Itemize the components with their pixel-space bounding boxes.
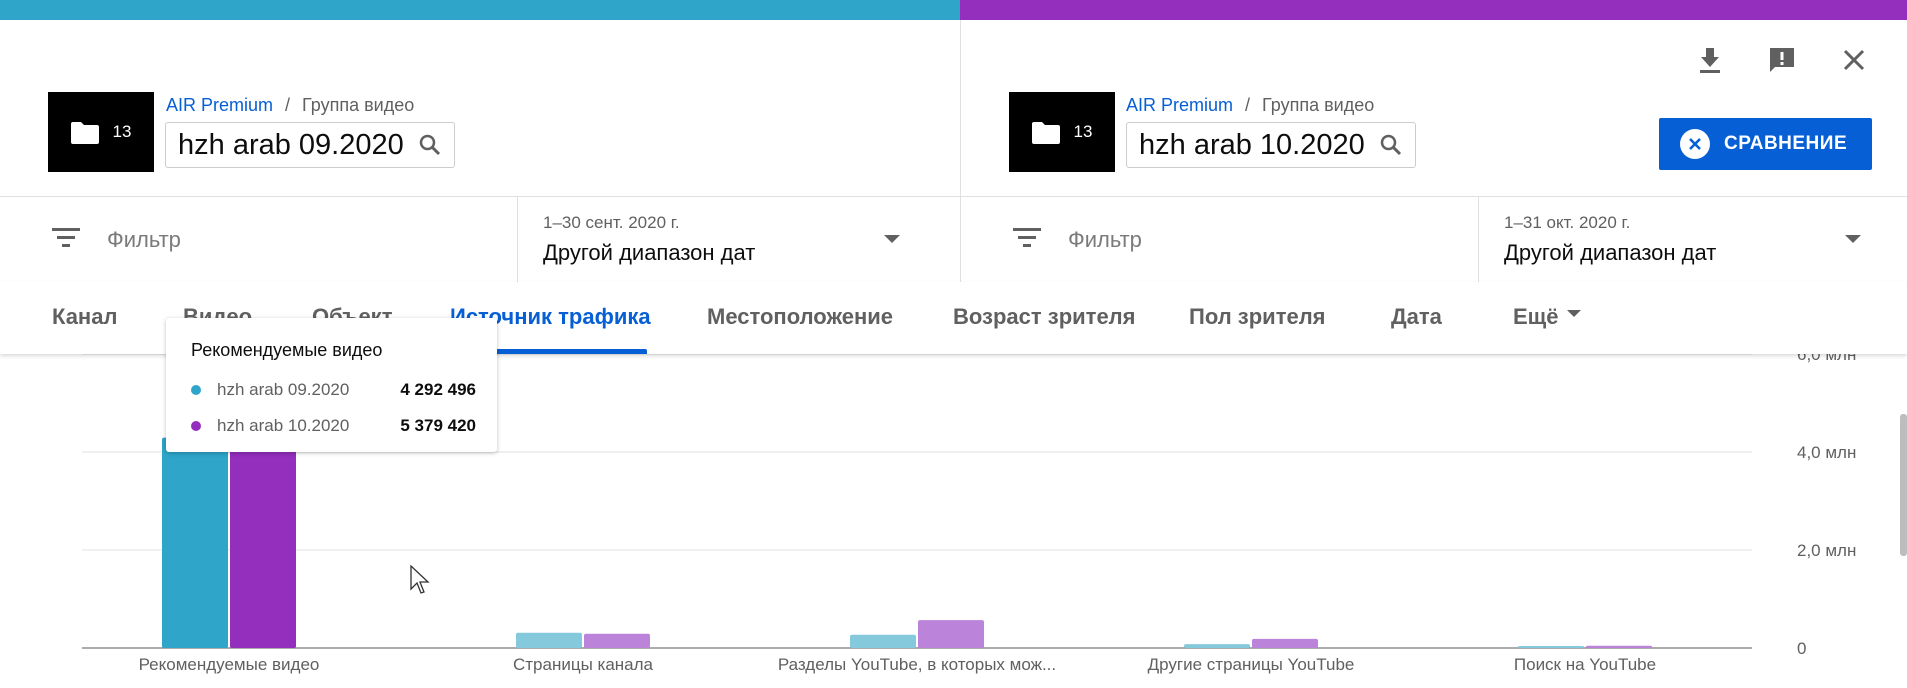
folder-icon — [70, 122, 99, 144]
bar — [1184, 644, 1250, 648]
x-tick-label: Страницы канала — [513, 655, 654, 674]
tooltip-series-value: 5 379 420 — [400, 416, 476, 435]
scrollbar[interactable] — [1900, 414, 1907, 556]
close-icon[interactable] — [1838, 44, 1870, 76]
tooltip-row: hzh arab 10.2020 5 379 420 — [191, 414, 476, 438]
bar — [918, 620, 984, 648]
filter-input-left[interactable]: Фильтр — [107, 227, 181, 253]
breadcrumb-group: Группа видео — [1262, 95, 1375, 115]
bar — [162, 437, 228, 648]
feedback-icon[interactable] — [1766, 44, 1798, 76]
x-tick-label: Другие страницы YouTube — [1148, 655, 1355, 674]
tab-viewer-age[interactable]: Возраст зрителя — [953, 304, 1136, 330]
bar — [850, 634, 916, 648]
group-search-right[interactable]: hzh arab 10.2020 — [1126, 122, 1416, 168]
bar — [516, 632, 582, 648]
close-circle-icon — [1680, 129, 1710, 159]
mouse-cursor-icon — [410, 565, 430, 594]
y-tick-label: 2,0 млн — [1797, 541, 1856, 560]
folder-icon — [1031, 122, 1060, 144]
filter-input-right[interactable]: Фильтр — [1068, 227, 1142, 253]
tooltip-title: Рекомендуемые видео — [191, 340, 383, 360]
bar — [1252, 638, 1318, 648]
y-tick-label: 6,0 млн — [1797, 354, 1856, 364]
series-dot-icon — [191, 421, 201, 431]
filter-icon[interactable] — [1013, 227, 1041, 247]
x-tick-label: Разделы YouTube, в которых мож... — [778, 655, 1056, 674]
breadcrumb-separator: / — [1245, 95, 1251, 115]
tab-more[interactable]: Ещё — [1513, 304, 1558, 330]
compare-button[interactable]: СРАВНЕНИЕ — [1659, 118, 1872, 170]
breadcrumb-group: Группа видео — [302, 95, 415, 115]
filter-divider — [1478, 197, 1479, 283]
group-name: hzh arab 09.2020 — [178, 128, 404, 161]
series1-color-bar — [0, 0, 960, 20]
tooltip-series-name: hzh arab 09.2020 — [217, 380, 350, 399]
chevron-down-icon[interactable] — [1567, 310, 1581, 317]
filter-icon[interactable] — [52, 227, 80, 247]
group-name: hzh arab 10.2020 — [1139, 128, 1365, 161]
breadcrumb-left: AIR Premium / Группа видео — [166, 95, 414, 116]
bar — [1518, 646, 1584, 648]
tab-date[interactable]: Дата — [1391, 304, 1442, 330]
filter-row: Фильтр 1–30 сент. 2020 г. Другой диапазо… — [0, 196, 1907, 284]
y-tick-label: 0 — [1797, 639, 1806, 658]
thumb-count: 13 — [112, 122, 132, 141]
date-range-select-right[interactable]: Другой диапазон дат — [1504, 240, 1716, 266]
breadcrumb-separator: / — [285, 95, 291, 115]
download-icon[interactable] — [1694, 44, 1726, 76]
tooltip-series-value: 4 292 496 — [400, 380, 476, 399]
series-dot-icon — [191, 385, 201, 395]
breadcrumb-right: AIR Premium / Группа видео — [1126, 95, 1374, 116]
date-range-sub-right: 1–31 окт. 2020 г. — [1504, 213, 1631, 232]
date-range-select-left[interactable]: Другой диапазон дат — [543, 240, 755, 266]
tab-channel[interactable]: Канал — [52, 304, 117, 330]
group-thumbnail-left[interactable]: 13 — [48, 92, 154, 172]
date-range-sub-left: 1–30 сент. 2020 г. — [543, 213, 680, 232]
breadcrumb-link[interactable]: AIR Premium — [1126, 95, 1233, 115]
chevron-down-icon[interactable] — [884, 235, 900, 243]
tab-location[interactable]: Местоположение — [707, 304, 893, 330]
bar — [584, 633, 650, 648]
compare-button-label: СРАВНЕНИЕ — [1724, 133, 1848, 154]
tooltip-series-name: hzh arab 10.2020 — [217, 416, 350, 435]
chart-tooltip: Рекомендуемые видео hzh arab 09.2020 4 2… — [166, 318, 497, 452]
tooltip-row: hzh arab 09.2020 4 292 496 — [191, 378, 476, 402]
tab-viewer-gender[interactable]: Пол зрителя — [1189, 304, 1326, 330]
y-tick-label: 4,0 млн — [1797, 443, 1856, 462]
breadcrumb-link[interactable]: AIR Premium — [166, 95, 273, 115]
x-tick-label: Поиск на YouTube — [1514, 655, 1656, 674]
x-tick-label: Рекомендуемые видео — [139, 655, 320, 674]
filter-divider — [960, 197, 961, 283]
filter-divider — [517, 197, 518, 283]
series2-color-bar — [960, 0, 1907, 20]
thumb-count: 13 — [1073, 122, 1093, 141]
search-icon[interactable] — [1379, 133, 1403, 157]
group-search-left[interactable]: hzh arab 09.2020 — [165, 122, 455, 168]
group-thumbnail-right[interactable]: 13 — [1009, 92, 1115, 172]
bar — [1586, 645, 1652, 648]
search-icon[interactable] — [418, 133, 442, 157]
chevron-down-icon[interactable] — [1845, 235, 1861, 243]
